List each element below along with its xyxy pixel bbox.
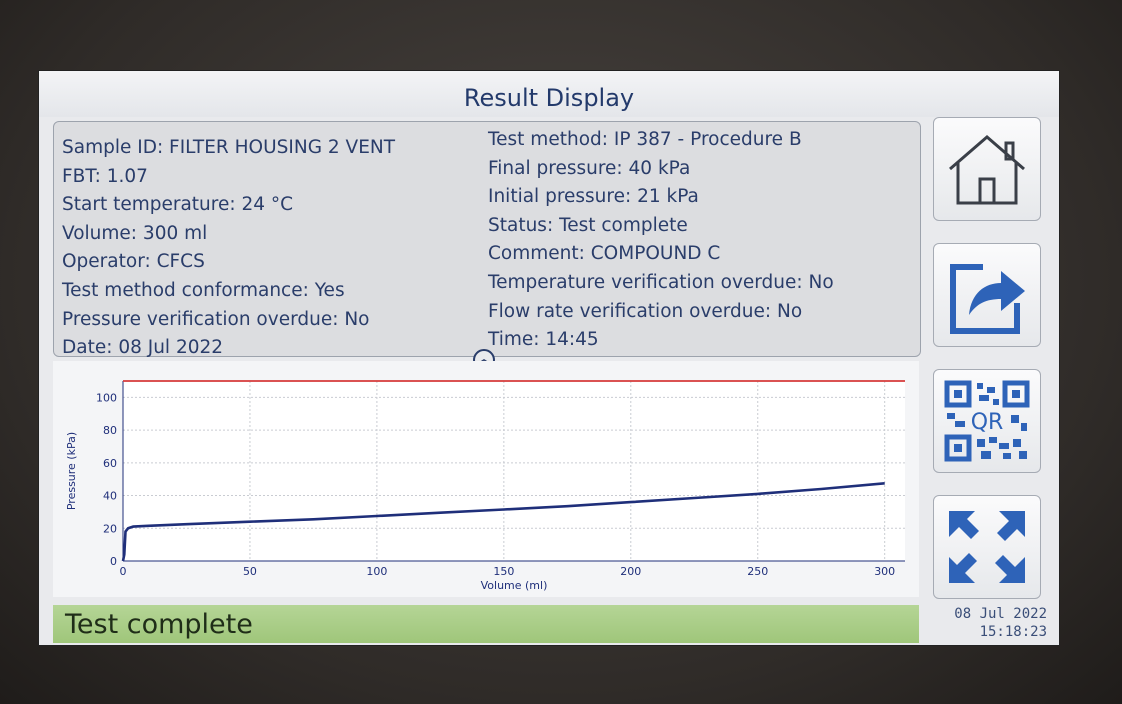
clock-date: 08 Jul 2022 — [954, 606, 1047, 622]
home-icon — [949, 135, 1025, 205]
info-method-conformance: Test method conformance: Yes — [62, 279, 345, 301]
info-operator: Operator: CFCS — [62, 251, 205, 273]
info-test-method: Test method: IP 387 - Procedure B — [488, 129, 802, 150]
info-volume: Volume: 300 ml — [62, 222, 208, 244]
page-title: Result Display — [463, 84, 635, 112]
info-start-temperature: Start temperature: 24 °C — [62, 194, 294, 216]
status-text: Test complete — [65, 609, 253, 640]
info-temperature-verification: Temperature verification overdue: No — [488, 271, 834, 293]
touch-screen: Result Display Sample ID: FILTER HOUSING… — [38, 70, 1060, 646]
info-time: Time: 14:45 — [488, 329, 599, 351]
y-tick-label: 40 — [103, 490, 117, 503]
info-flow-rate-verification: Flow rate verification overdue: No — [488, 300, 803, 322]
info-final-pressure: Final pressure: 40 kPa — [488, 157, 691, 179]
x-tick-label: 300 — [874, 565, 895, 578]
x-tick-label: 250 — [747, 565, 768, 578]
pressure-chart: 0 50 100 150 200 250 300 0 20 40 60 80 100 Volume (m… — [53, 361, 919, 597]
clock: 08 Jul 2022 15:18:23 — [923, 605, 1047, 641]
info-pressure-verification: Pressure verification overdue: No — [62, 308, 370, 330]
export-icon — [950, 264, 1025, 334]
info-date: Date: 08 Jul 2022 — [62, 337, 224, 359]
info-status: Status: Test complete — [488, 214, 688, 236]
x-tick-label: 0 — [120, 565, 127, 578]
qr-label: QR — [971, 410, 1004, 435]
qr-code-icon: QR — [944, 380, 1030, 462]
fullscreen-button[interactable] — [933, 495, 1041, 599]
title-bar: Result Display — [39, 71, 1059, 117]
qr-code-button[interactable]: QR — [933, 369, 1041, 473]
home-button[interactable] — [933, 117, 1041, 221]
x-tick-label: 200 — [620, 565, 641, 578]
info-column-right: Test method: IP 387 - Procedure B Final … — [488, 126, 834, 355]
x-axis-label: Volume (ml) — [481, 579, 548, 592]
clock-time: 15:18:23 — [979, 624, 1047, 640]
y-tick-label: 60 — [103, 457, 117, 470]
pressure-chart-svg: 0 50 100 150 200 250 300 0 20 40 60 80 100 Volume (m… — [65, 380, 905, 592]
plot-area — [123, 381, 905, 561]
x-tick-label: 150 — [493, 565, 514, 578]
y-tick-label: 0 — [110, 555, 117, 568]
y-tick-label: 20 — [103, 522, 117, 535]
chart-grid — [122, 381, 905, 562]
y-axis-label: Pressure (kPa) — [65, 432, 78, 510]
x-tick-label: 50 — [243, 565, 257, 578]
info-comment: Comment: COMPOUND C — [488, 243, 721, 265]
info-column-left: Sample ID: FILTER HOUSING 2 VENT FBT: 1.… — [62, 134, 395, 363]
info-initial-pressure: Initial pressure: 21 kPa — [488, 186, 699, 208]
x-tick-label: 100 — [366, 565, 387, 578]
y-tick-label: 80 — [103, 424, 117, 437]
info-fbt: FBT: 1.07 — [62, 165, 148, 187]
status-bar: Test complete — [53, 605, 919, 643]
y-tick-label: 100 — [96, 391, 117, 404]
export-button[interactable] — [933, 243, 1041, 347]
expand-icon — [949, 511, 1025, 583]
info-sample-id: Sample ID: FILTER HOUSING 2 VENT — [62, 137, 396, 158]
result-info-panel: Sample ID: FILTER HOUSING 2 VENT FBT: 1.… — [53, 121, 921, 358]
